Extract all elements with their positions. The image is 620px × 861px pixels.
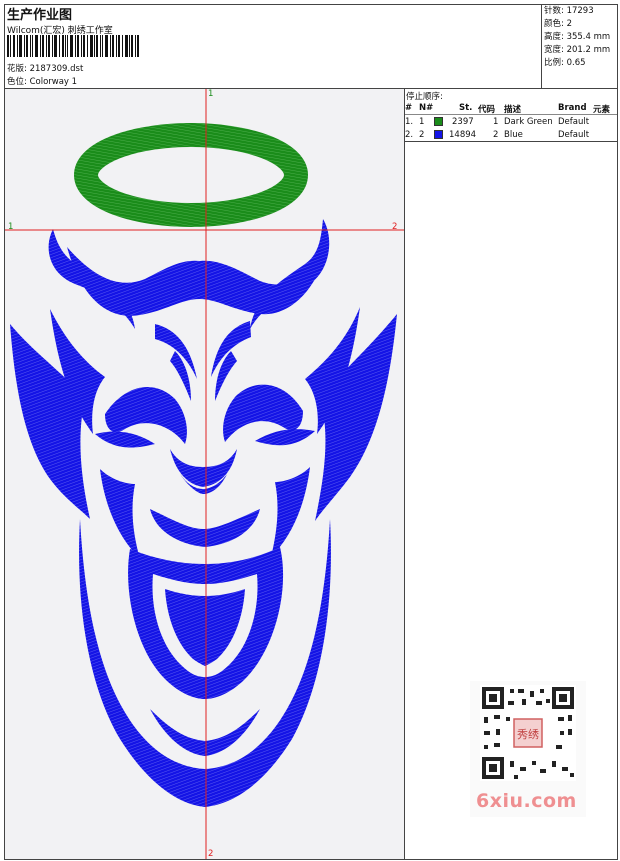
plot-divider bbox=[404, 88, 405, 860]
col-brand: Brand bbox=[558, 103, 587, 113]
axis-marker-bottom: 2 bbox=[208, 849, 214, 859]
col-stitches: St. bbox=[459, 103, 473, 113]
col-index: # bbox=[405, 103, 413, 113]
page-title: 生产作业图 bbox=[7, 8, 73, 23]
color-swatch-green bbox=[434, 117, 443, 126]
design-preview bbox=[5, 89, 404, 859]
devil-face bbox=[10, 219, 397, 807]
halo-shape bbox=[74, 123, 308, 227]
stats-divider bbox=[541, 4, 542, 88]
stop-sequence-title: 停止顺序: bbox=[406, 92, 443, 102]
col-needle: N# bbox=[419, 103, 434, 113]
embroidery-design bbox=[5, 89, 404, 859]
color-swatch-blue bbox=[434, 130, 443, 139]
seal-text: 秀绣 bbox=[517, 728, 539, 741]
stat-width: 宽度: 201.2 mm bbox=[544, 45, 611, 55]
axis-marker-top: 1 bbox=[208, 89, 214, 99]
design-file-line: 花版: 2187309.dst bbox=[7, 62, 83, 74]
stats-block: 针数: 17293 颜色: 2 高度: 355.4 mm 宽度: 201.2 m… bbox=[544, 5, 610, 70]
watermark-text: 6xiu.com bbox=[476, 790, 577, 812]
colorway-label: 色位: bbox=[7, 77, 27, 87]
colorway-value: Colorway 1 bbox=[29, 77, 78, 87]
table-header-rule bbox=[405, 114, 617, 115]
colorway-line: 色位: Colorway 1 bbox=[7, 75, 77, 87]
barcode bbox=[7, 35, 139, 57]
stat-colors: 颜色: 2 bbox=[544, 19, 572, 29]
axis-marker-right: 2 bbox=[392, 222, 398, 232]
design-file: 2187309.dst bbox=[29, 64, 84, 74]
stat-stitches: 针数: 17293 bbox=[544, 6, 594, 16]
axis-marker-left: 1 bbox=[8, 222, 14, 232]
stat-scale: 比例: 0.65 bbox=[544, 58, 586, 68]
qr-code-image: 秀绣 bbox=[480, 685, 576, 781]
order-table-divider bbox=[404, 141, 618, 142]
design-label: 花版: bbox=[7, 64, 27, 74]
stat-height: 高度: 355.4 mm bbox=[544, 32, 611, 42]
